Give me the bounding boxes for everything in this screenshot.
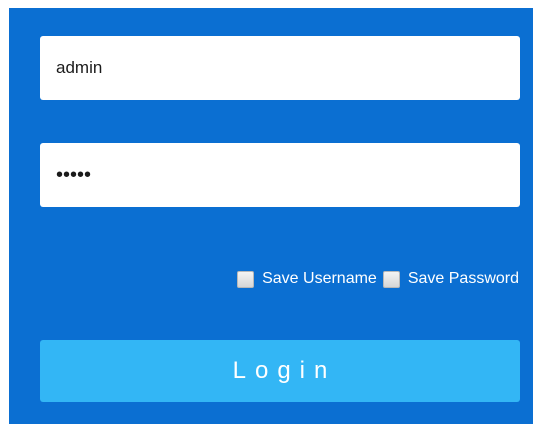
save-username-checkbox[interactable] — [237, 270, 255, 288]
username-field[interactable]: admin — [40, 36, 520, 100]
save-password-label: Save Password — [407, 270, 519, 287]
remember-options: Save Username Save Password — [237, 270, 519, 288]
save-password-checkbox[interactable] — [382, 270, 400, 288]
save-username-option[interactable]: Save Username — [237, 270, 377, 288]
login-panel: admin ••••• Save Username Save Password … — [9, 8, 533, 424]
username-value: admin — [56, 58, 103, 77]
login-button[interactable]: Login — [40, 340, 520, 402]
password-field[interactable]: ••••• — [40, 143, 520, 207]
save-password-option[interactable]: Save Password — [382, 270, 519, 288]
password-masked-value: ••••• — [56, 163, 92, 186]
save-username-label: Save Username — [262, 270, 377, 287]
